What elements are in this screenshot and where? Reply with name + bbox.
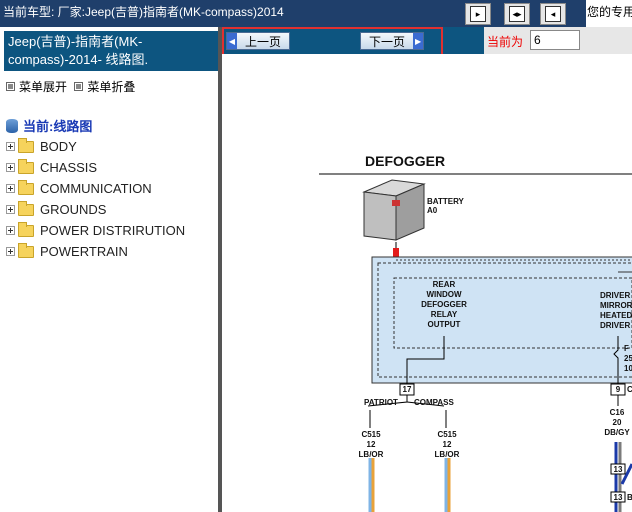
collapse-icon — [74, 82, 84, 91]
pin-9-suffix: C — [627, 385, 632, 394]
tree-item-power-distribution[interactable]: POWER DISTRIRUTION — [6, 220, 185, 241]
top-bar: 当前车型: 厂家:Jeep(吉普)指南者(MK-compass)2014 ▸ ◂… — [0, 0, 632, 27]
layout-left-button[interactable]: ◂ — [540, 3, 566, 25]
folder-icon — [18, 158, 34, 174]
wire-label-left: C515 12 LB/OR — [358, 430, 384, 459]
tree: BODY CHASSIS COMMUNICATION GROUNDS POWER… — [6, 136, 185, 262]
expand-menu-button[interactable]: 菜单展开 — [6, 80, 67, 94]
pin-13-suffix: B — [627, 493, 632, 502]
folder-icon — [18, 200, 34, 216]
current-node[interactable]: 当前:线路图 — [6, 116, 92, 135]
driver-mirror-label: DRIVER MIRROR HEATED DRIVER — [600, 291, 632, 330]
arrow-right-icon: ▸ — [470, 6, 486, 22]
battery-icon — [362, 179, 426, 241]
left-panel: Jeep(吉普)-指南者(MK-compass)-2014- 线路图. 菜单展开… — [0, 27, 218, 512]
folder-icon — [18, 242, 34, 258]
page-indicator: 当前为 — [484, 27, 632, 54]
split-arrows-icon: ◂▸ — [509, 6, 525, 22]
pin-9: 9 — [615, 385, 621, 394]
database-icon — [6, 118, 18, 133]
expand-icon — [6, 82, 15, 91]
arrow-left-icon: ◂ — [545, 6, 561, 22]
tree-item-communication[interactable]: COMMUNICATION — [6, 178, 185, 199]
next-page-button[interactable]: 下一页 ▶ — [360, 32, 425, 50]
prev-page-button[interactable]: ◀ 上一页 — [226, 32, 291, 50]
compass-label: COMPASS — [414, 398, 454, 407]
expand-plus-icon[interactable] — [6, 247, 15, 256]
expand-plus-icon[interactable] — [6, 142, 15, 151]
tree-item-body[interactable]: BODY — [6, 136, 185, 157]
patriot-label: PATRIOT — [364, 398, 398, 407]
folder-icon — [18, 221, 34, 237]
panel-header: Jeep(吉普)-指南者(MK-compass)-2014- 线路图. — [4, 31, 218, 71]
welcome-text: 您的专用 — [586, 0, 632, 27]
battery-sub-label: A0 — [427, 206, 438, 215]
wiring-diagram: DEFOGGER BATTERY A0 REAR WINDOW DEFOGGER… — [222, 54, 632, 512]
arrow-right-icon: ▶ — [413, 33, 424, 49]
layout-single-button[interactable]: ▸ — [465, 3, 491, 25]
page-label: 当前为 — [487, 35, 524, 49]
page-number-input[interactable] — [530, 30, 580, 50]
wire-label-right: C16 20 DB/GY — [604, 408, 630, 437]
expand-plus-icon[interactable] — [6, 184, 15, 193]
tree-item-chassis[interactable]: CHASSIS — [6, 157, 185, 178]
menu-toggle-row: 菜单展开 菜单折叠 — [6, 78, 139, 95]
fuse-label: F 25 10 — [624, 344, 632, 373]
arrow-left-icon: ◀ — [227, 33, 237, 49]
vehicle-title: 当前车型: 厂家:Jeep(吉普)指南者(MK-compass)2014 — [3, 5, 284, 19]
tree-item-powertrain[interactable]: POWERTRAIN — [6, 241, 185, 262]
expand-plus-icon[interactable] — [6, 226, 15, 235]
expand-plus-icon[interactable] — [6, 163, 15, 172]
diagram-title: DEFOGGER — [365, 153, 446, 169]
layout-split-button[interactable]: ◂▸ — [504, 3, 530, 25]
pin-13-upper: 13 — [613, 465, 623, 474]
folder-icon — [18, 179, 34, 195]
expand-plus-icon[interactable] — [6, 205, 15, 214]
pin-13-lower: 13 — [613, 493, 623, 502]
collapse-menu-button[interactable]: 菜单折叠 — [74, 80, 135, 94]
pin-17: 17 — [402, 385, 412, 394]
relay-label: REAR WINDOW DEFOGGER RELAY OUTPUT — [421, 280, 467, 329]
tree-item-grounds[interactable]: GROUNDS — [6, 199, 185, 220]
wire-label-middle: C515 12 LB/OR — [434, 430, 460, 459]
folder-icon — [18, 137, 34, 153]
